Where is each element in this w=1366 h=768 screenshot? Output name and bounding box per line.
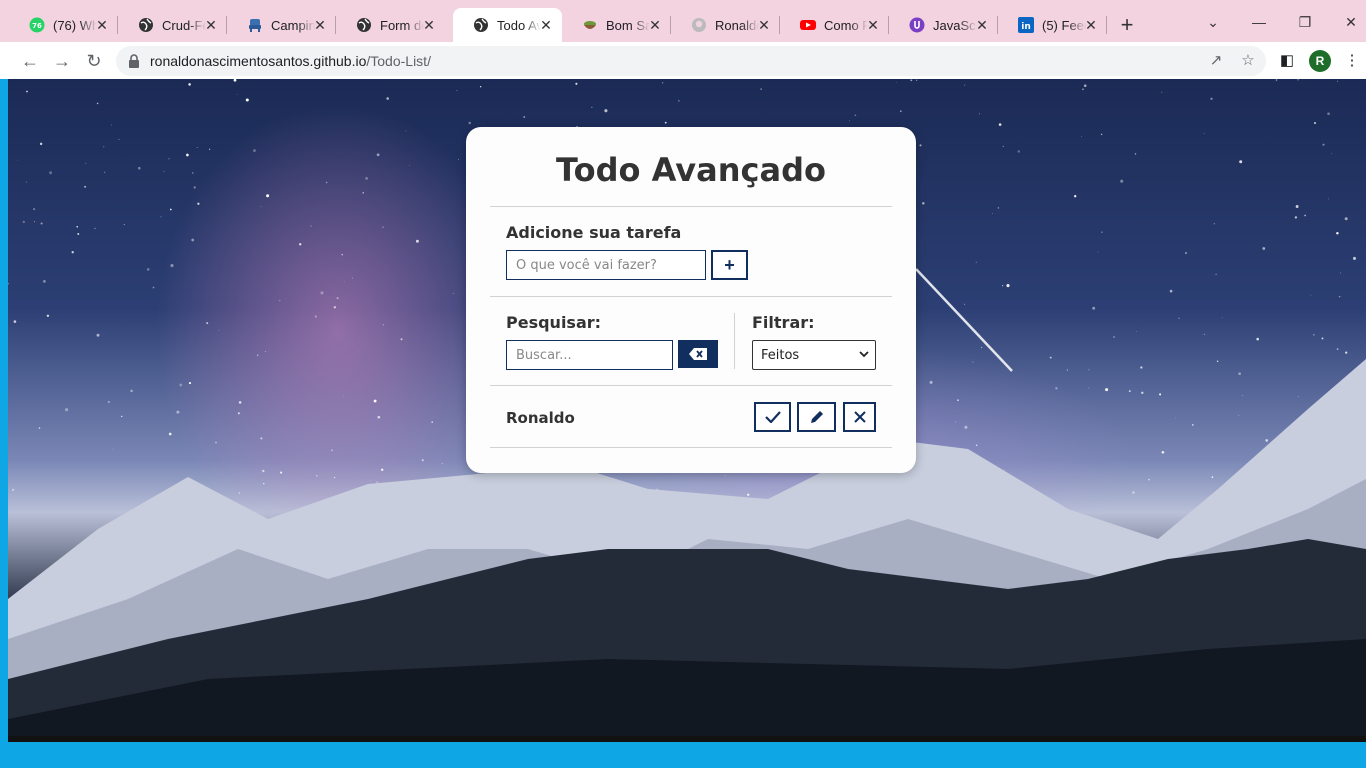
close-tab-icon[interactable]: ✕	[203, 17, 219, 33]
purple-circle-icon	[909, 17, 925, 33]
browser-toolbar: ← → ↻ ronaldonascimentosantos.github.io/…	[0, 42, 1366, 79]
add-task-button[interactable]: +	[711, 250, 748, 280]
pencil-icon	[810, 411, 823, 423]
divider	[490, 385, 892, 386]
todo-item-text: Ronaldo	[506, 409, 575, 427]
filter-selected-value: Feitos	[761, 348, 800, 363]
share-icon[interactable]: ↗	[1206, 51, 1226, 71]
horizontal-scrollbar[interactable]	[8, 736, 1366, 742]
side-panel-icon[interactable]: ◧	[1277, 51, 1297, 71]
close-tab-icon[interactable]: ✕	[865, 17, 881, 33]
search-input[interactable]: Buscar...	[506, 340, 673, 370]
chair-icon	[247, 17, 263, 33]
whatsapp-icon: 76	[29, 17, 45, 33]
tab-title: Form de	[380, 17, 424, 33]
tab-title: (76) WhatsApp	[53, 17, 97, 33]
browser-tab[interactable]: Bom Sabor✕	[562, 8, 671, 42]
address-bar[interactable]: ronaldonascimentosantos.github.io/Todo-L…	[116, 46, 1266, 76]
divider	[490, 296, 892, 297]
svg-text:in: in	[1021, 22, 1031, 32]
check-icon	[764, 411, 781, 423]
finish-todo-button[interactable]	[754, 402, 791, 432]
search-label: Pesquisar:	[506, 313, 602, 332]
browser-tab[interactable]: Todo Avançado✕	[453, 8, 562, 42]
close-tab-icon[interactable]: ✕	[94, 17, 110, 33]
reload-button[interactable]: ↻	[81, 48, 107, 74]
page-title: Todo Avançado	[556, 151, 826, 189]
browser-tab[interactable]: in (5) Feed✕	[998, 8, 1107, 42]
close-tab-icon[interactable]: ✕	[974, 17, 990, 33]
youtube-icon	[800, 17, 816, 33]
divider-vertical	[734, 313, 735, 369]
close-tab-icon[interactable]: ✕	[1083, 17, 1099, 33]
close-tab-icon[interactable]: ✕	[421, 17, 437, 33]
close-icon	[853, 411, 866, 423]
page-background: Todo Avançado Adicione sua tarefa O que …	[8, 79, 1366, 736]
chevron-down-icon	[859, 351, 869, 358]
linkedin-icon: in	[1018, 17, 1034, 33]
tab-title: Bom Sabor	[606, 17, 650, 33]
github-icon	[691, 17, 707, 33]
clear-search-button[interactable]	[678, 340, 718, 368]
browser-tab[interactable]: Ronaldo ✕	[671, 8, 780, 42]
lock-icon[interactable]	[128, 54, 140, 68]
divider	[490, 206, 892, 207]
globe-icon	[356, 17, 372, 33]
tab-search-chevron-icon[interactable]: ⌄	[1198, 10, 1228, 34]
tab-title: Todo Avançado	[497, 17, 541, 33]
url-text: ronaldonascimentosantos.github.io/Todo-L…	[150, 53, 431, 69]
close-tab-icon[interactable]: ✕	[312, 17, 328, 33]
tab-title: Como Fazer	[824, 17, 868, 33]
tab-title: (5) Feed	[1042, 17, 1086, 33]
minimize-button[interactable]: —	[1244, 10, 1274, 34]
divider	[490, 447, 892, 448]
browser-tab[interactable]: 76 (76) WhatsApp✕	[9, 8, 118, 42]
menu-kebab-icon[interactable]: ⋮	[1342, 51, 1362, 71]
profile-avatar[interactable]: R	[1309, 50, 1331, 72]
back-button[interactable]: ←	[17, 48, 43, 74]
svg-text:76: 76	[32, 22, 42, 30]
browser-tab[interactable]: JavaScript✕	[889, 8, 998, 42]
globe-icon	[473, 17, 489, 33]
edit-todo-button[interactable]	[797, 402, 836, 432]
bookmark-star-icon[interactable]: ☆	[1238, 51, 1258, 71]
tab-title: JavaScript	[933, 17, 977, 33]
tab-title: Campinas	[271, 17, 315, 33]
tab-title: Ronaldo	[715, 17, 759, 33]
tab-title: Crud-Form	[162, 17, 206, 33]
todo-card: Todo Avançado Adicione sua tarefa O que …	[466, 127, 916, 473]
browser-tab[interactable]: Form de ✕	[336, 8, 445, 42]
backspace-icon	[689, 348, 707, 360]
browser-tab[interactable]: Campinas✕	[227, 8, 336, 42]
add-task-input[interactable]: O que você vai fazer?	[506, 250, 706, 280]
close-tab-icon[interactable]: ✕	[647, 17, 663, 33]
close-window-button[interactable]: ✕	[1336, 10, 1366, 34]
forward-button[interactable]: →	[49, 48, 75, 74]
browser-tab[interactable]: Como Fazer✕	[780, 8, 889, 42]
close-tab-icon[interactable]: ✕	[756, 17, 772, 33]
tab-strip: 76(76) WhatsApp✕Crud-Form✕Campinas✕Form …	[0, 0, 1366, 42]
close-tab-icon[interactable]: ✕	[538, 17, 554, 33]
bowl-icon	[582, 17, 598, 33]
browser-tab[interactable]: Crud-Form✕	[118, 8, 227, 42]
filter-label: Filtrar:	[752, 313, 815, 332]
add-task-label: Adicione sua tarefa	[506, 223, 682, 242]
restore-button[interactable]: ❐	[1290, 10, 1320, 34]
remove-todo-button[interactable]	[843, 402, 876, 432]
tab-separator	[1106, 16, 1107, 34]
globe-icon	[138, 17, 154, 33]
filter-select[interactable]: Feitos	[752, 340, 876, 370]
new-tab-button[interactable]: +	[1116, 14, 1138, 36]
